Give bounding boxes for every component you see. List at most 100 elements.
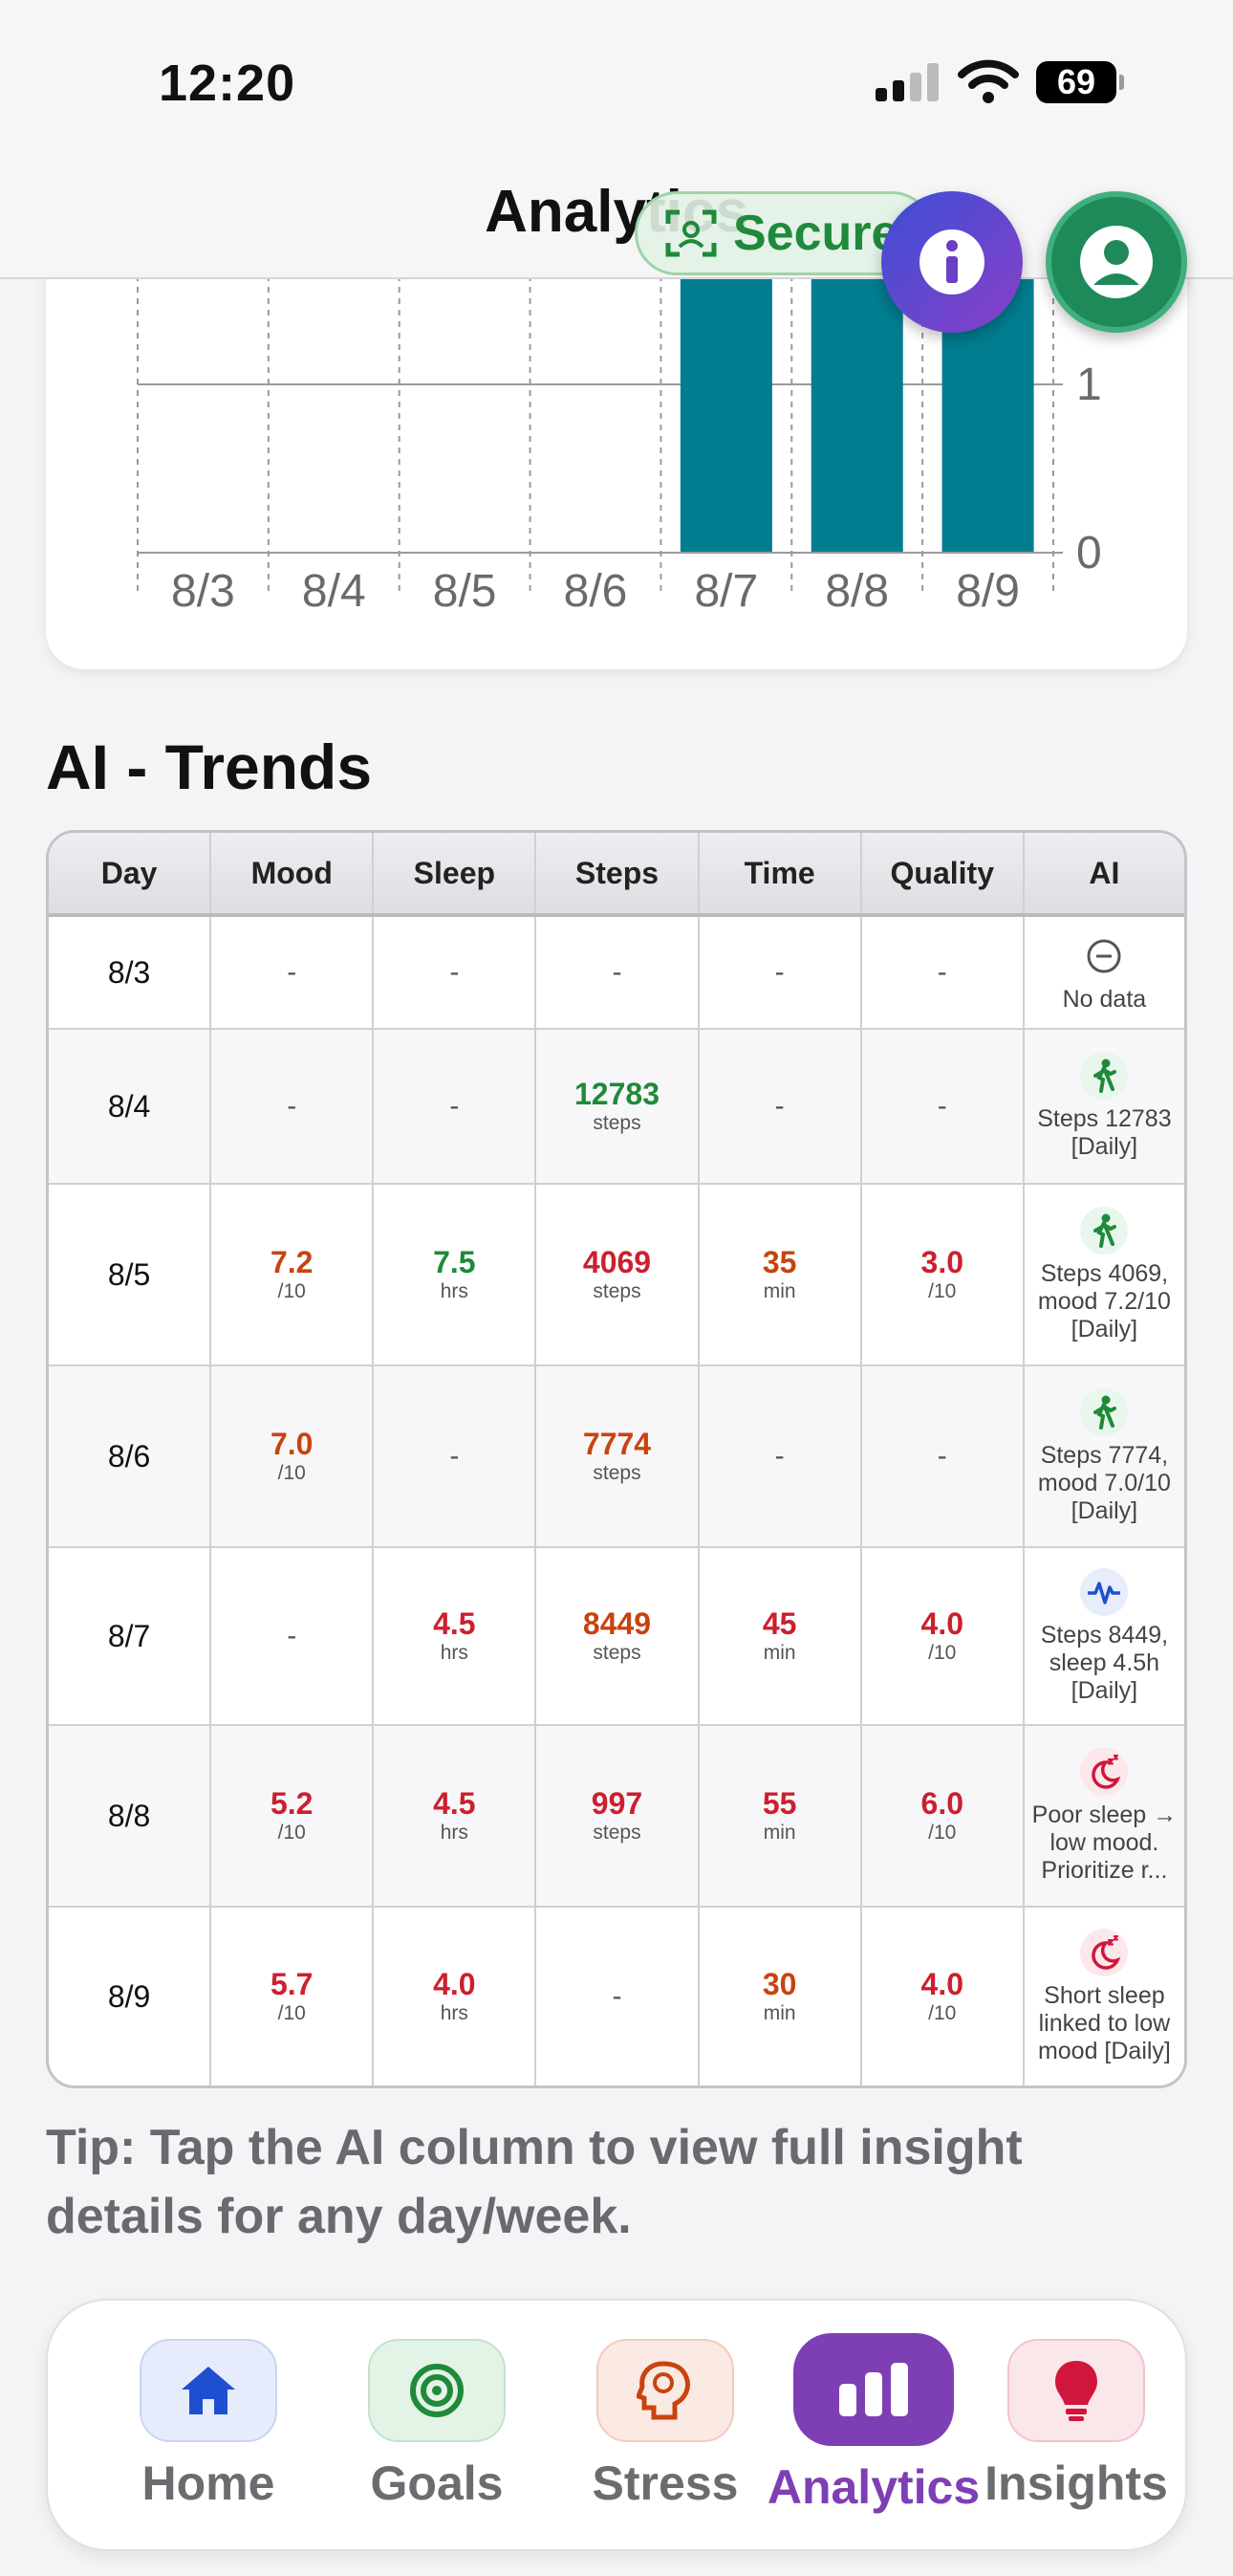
steps-value: 7774 [582,1427,652,1461]
cell-steps: 4069 steps [536,1185,700,1364]
sleep-moon-icon: zz [1080,1747,1129,1796]
steps-unit: steps [593,1642,641,1664]
sleep-value: - [449,1090,460,1122]
mood-unit: /10 [277,1822,306,1844]
mood-unit: /10 [277,2002,306,2024]
cell-time: 35 min [700,1185,862,1364]
quality-value: 6.0 [920,1786,964,1821]
cell-day: 8/5 [49,1185,212,1364]
cell-day: 8/4 [49,1030,212,1183]
steps-value: 4069 [582,1245,652,1279]
nav-analytics-label: Analytics [767,2460,981,2514]
cell-time: - [700,917,862,1028]
cell-steps: - [536,1908,700,2085]
table-row: 8/3 - - - - - No data [49,917,1184,1030]
header-steps[interactable]: Steps [536,833,700,913]
sleep-unit: hrs [440,1642,468,1664]
nav-analytics[interactable]: Analytics [767,2333,981,2515]
cell-ai[interactable]: Steps 8449, sleep 4.5h [Daily] [1025,1548,1184,1724]
section-title: AI - Trends [46,731,373,802]
cell-ai[interactable]: Steps 4069, mood 7.2/10 [Daily] [1025,1185,1184,1364]
x-tick-label: 8/9 [956,566,1020,617]
header-mood[interactable]: Mood [211,833,375,913]
table-row: 8/7-4.5 hrs 8449 steps 45 min 4.0/10 Steps 8449… [49,1548,1184,1726]
status-time: 12:20 [159,55,296,112]
cell-quality: 4.0/10 [862,1908,1025,2085]
header-day[interactable]: Day [49,833,212,913]
quality-unit: /10 [928,1280,957,1302]
header-ai[interactable]: AI [1025,833,1184,913]
cell-mood: 5.2/10 [211,1726,375,1906]
steps-unit: steps [593,1462,641,1484]
sleep-value: 4.5 [433,1606,476,1641]
table-row: 8/6 7.0/10-7774 steps - - Steps 7774, mood 7.… [49,1366,1184,1548]
nav-stress[interactable]: Stress [560,2339,770,2511]
sleep-value: 4.0 [433,1967,476,2001]
page-title: Analytics [485,179,748,245]
sleep-unit: hrs [440,1280,468,1302]
quality-unit: /10 [928,2002,957,2024]
mood-value: 5.2 [270,1786,314,1821]
mood-value: - [287,956,297,988]
cell-quality: - [862,1366,1025,1546]
time-unit: min [763,1280,796,1302]
bar-chart: 8/3 8/4 8/5 8/6 8/7 8/8 8/9 0 1 [137,229,1102,617]
avatar-icon [1080,226,1153,298]
time-value: - [774,1440,785,1472]
info-button[interactable] [881,191,1023,333]
header-sleep[interactable]: Sleep [374,833,537,913]
nav-insights-label: Insights [984,2456,1168,2510]
nav-insights[interactable]: Insights [971,2339,1181,2511]
cell-day: 8/8 [49,1726,212,1906]
x-tick-label: 8/6 [564,566,628,617]
nav-home[interactable]: Home [103,2339,314,2511]
cell-mood: 7.0/10 [211,1366,375,1546]
quality-unit: /10 [928,1822,957,1844]
table-row: 8/4 - - 12783 steps - - Steps 12783 [Daily] [49,1030,1184,1185]
cell-ai[interactable]: z z Short sleep linked to low mood [Daily] [1025,1908,1184,2085]
cell-steps: 997 steps [536,1726,700,1906]
time-value: - [774,1090,785,1122]
steps-value: 8449 [582,1606,652,1641]
mood-unit: /10 [277,1462,306,1484]
time-unit: min [763,1642,796,1664]
quality-unit: /10 [928,1642,957,1664]
table-body: 8/3- - - - - No data 8/4- -12783 steps - - Steps 12… [49,917,1184,2085]
x-tick-label: 8/7 [694,566,758,617]
table-row: 8/8 5.2/10 4.5 hrs 997 steps 55 min 6.0/10 z z Poor… [49,1726,1184,1908]
y-tick-label: 0 [1076,528,1102,579]
nav-goals-label: Goals [370,2456,504,2510]
sleep-value: - [449,956,460,988]
cell-sleep: 4.5 hrs [374,1726,537,1906]
wifi-icon [958,59,1019,103]
table-row: 8/5 7.2/10 7.5 hrs 4069 steps 35 min 3.0/10 Steps… [49,1185,1184,1366]
cell-sleep: - [374,917,537,1028]
profile-button[interactable] [1046,191,1187,333]
nav-stress-label: Stress [592,2456,739,2510]
nav-home-label: Home [141,2456,275,2510]
sleep-value: - [449,1440,460,1472]
mood-value: - [287,1090,297,1122]
x-tick-label: 8/4 [302,566,366,617]
target-icon [410,2364,464,2417]
cell-day: 8/6 [49,1366,212,1546]
home-icon [182,2367,235,2414]
cell-ai[interactable]: Steps 7774, mood 7.0/10 [Daily] [1025,1366,1184,1546]
nav-goals[interactable]: Goals [332,2339,542,2511]
cell-mood: 7.2/10 [211,1185,375,1364]
walking-icon [1080,1206,1129,1255]
cell-ai[interactable]: Steps 12783 [Daily] [1025,1030,1184,1183]
x-tick-label: 8/3 [171,566,235,617]
lightbulb-icon [1055,2361,1097,2421]
steps-value: 12783 [574,1077,660,1111]
sleep-value: 4.5 [433,1786,476,1821]
cell-mood: - [211,917,375,1028]
sleep-unit: hrs [440,2002,468,2024]
header-quality[interactable]: Quality [862,833,1025,913]
battery-indicator: 69 [1036,61,1124,103]
cell-ai[interactable]: z z Poor sleep → low mood. Prioritize r... [1025,1726,1184,1906]
cell-ai[interactable]: No data [1025,917,1184,1028]
header-time[interactable]: Time [700,833,862,913]
sleep-unit: hrs [440,1822,468,1844]
cell-time: - [700,1030,862,1183]
